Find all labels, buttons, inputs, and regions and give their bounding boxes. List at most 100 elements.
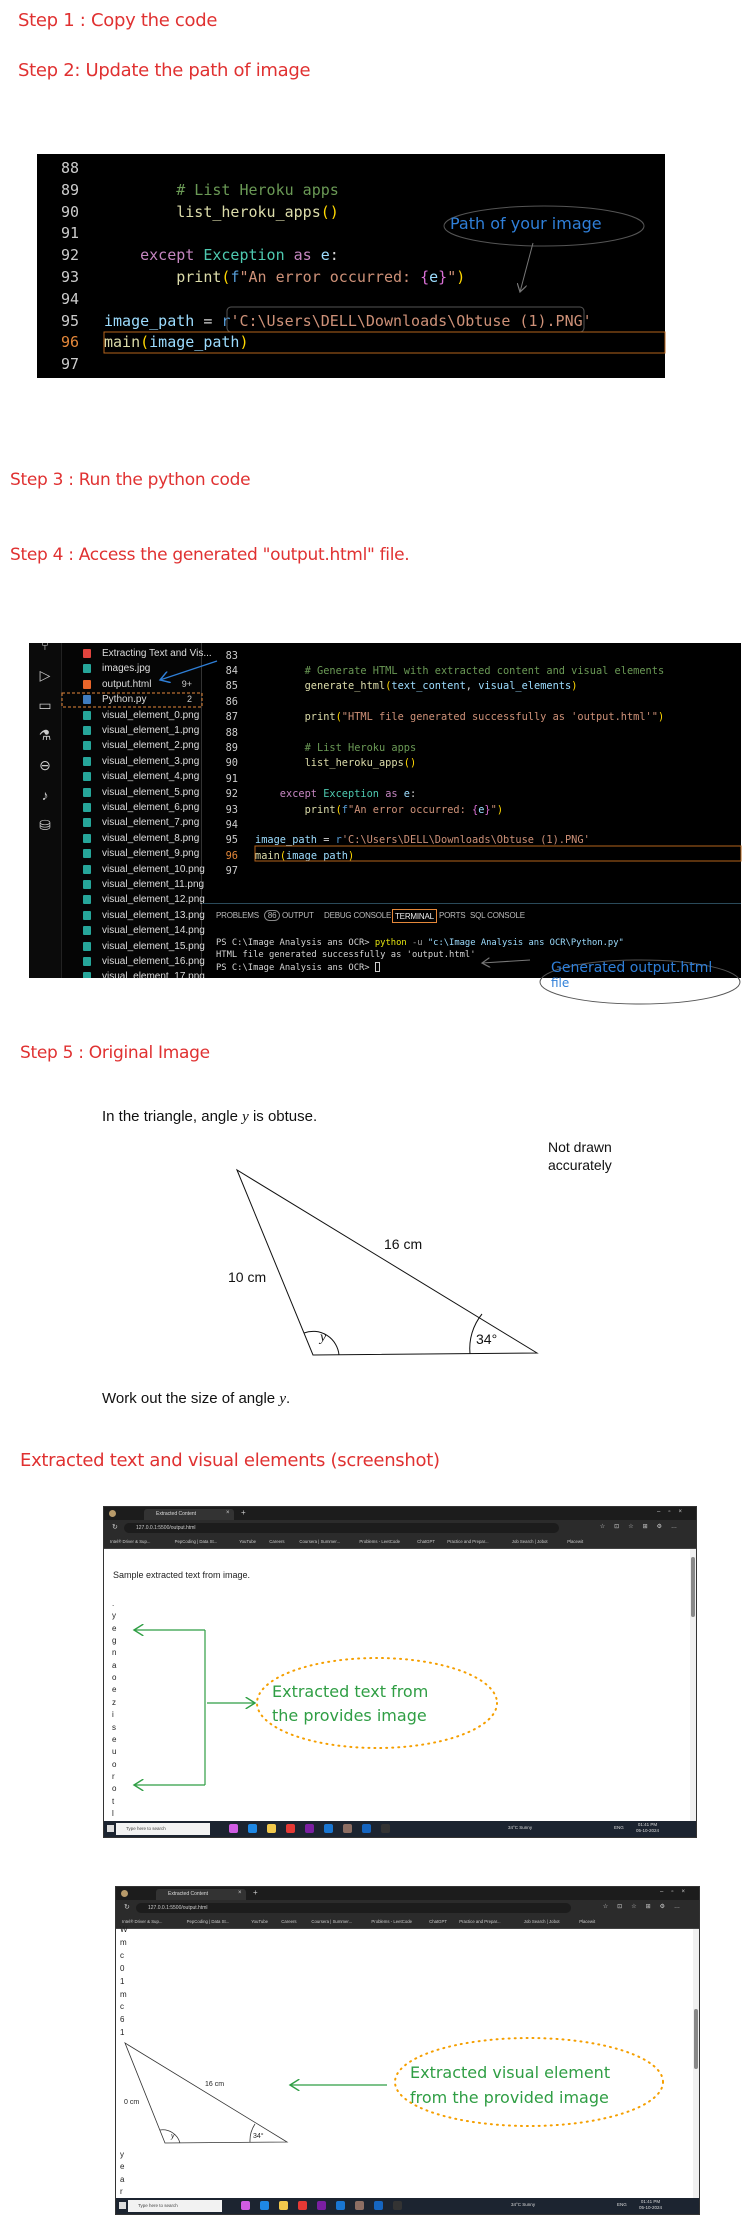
explorer-file[interactable]: output.html 9+: [62, 677, 202, 692]
browser-tab[interactable]: Extracted Content: [144, 1509, 234, 1520]
explorer-file[interactable]: visual_element_15.png: [62, 939, 205, 954]
explorer-file[interactable]: visual_element_12.png: [62, 892, 205, 907]
bookmark-item[interactable]: PepCoding | Data St...: [187, 1919, 230, 1924]
taskbar-search-input[interactable]: Type here to search: [128, 2200, 222, 2212]
bookmark-item[interactable]: Practice and Prepar...: [459, 1919, 500, 1924]
explorer-file[interactable]: visual_element_14.png: [62, 923, 205, 938]
new-tab-icon[interactable]: +: [241, 1508, 246, 1517]
code-editor[interactable]: 83 84 # Generate HTML with extracted cont…: [202, 643, 741, 903]
more-circle-icon[interactable]: ⊖: [37, 757, 53, 773]
explorer-file[interactable]: images.jpg: [62, 661, 202, 676]
bookmark-item[interactable]: Coursera | Summer...: [299, 1539, 340, 1544]
taskbar-app-icon[interactable]: [336, 2201, 345, 2210]
taskbar-app-icon[interactable]: [355, 2201, 364, 2210]
taskbar-app-icon[interactable]: [324, 1824, 333, 1833]
panel-tab-output[interactable]: OUTPUT: [282, 909, 314, 923]
bookmark-item[interactable]: Careers: [281, 1919, 296, 1924]
new-tab-icon[interactable]: +: [253, 1888, 258, 1897]
explorer-file[interactable]: visual_element_9.png: [62, 846, 202, 861]
panel-tab-problems[interactable]: PROBLEMS 86: [216, 909, 281, 923]
taskbar-app-icon[interactable]: [362, 1824, 371, 1833]
bookmark-item[interactable]: ChatGPT: [417, 1539, 435, 1544]
url-input[interactable]: 127.0.0.1:5500/output.html: [136, 1903, 571, 1913]
explorer-file[interactable]: visual_element_6.png: [62, 800, 202, 815]
taskbar-app-icon[interactable]: [298, 2201, 307, 2210]
explorer-file[interactable]: visual_element_3.png: [62, 754, 202, 769]
bookmark-item[interactable]: YouTube: [251, 1919, 268, 1924]
bookmark-item[interactable]: Job Search | Jobot: [524, 1919, 560, 1924]
scrollbar-thumb[interactable]: [694, 2009, 698, 2069]
explorer-file[interactable]: visual_element_4.png: [62, 769, 202, 784]
taskbar-app-icon[interactable]: [374, 2201, 383, 2210]
explorer-file[interactable]: visual_element_7.png: [62, 815, 202, 830]
bookmark-item[interactable]: Placewit: [579, 1919, 595, 1924]
panel-tab-debug-console[interactable]: DEBUG CONSOLE: [324, 909, 391, 923]
explorer-file[interactable]: visual_element_16.png: [62, 954, 205, 969]
explorer-file[interactable]: visual_element_13.png: [62, 908, 205, 923]
taskbar-app-icon[interactable]: [381, 1824, 390, 1833]
tab-close-icon[interactable]: ×: [238, 1890, 242, 1896]
window-controls[interactable]: –▫×: [660, 1889, 693, 1895]
taskbar-app-icon[interactable]: [241, 2201, 250, 2210]
bookmark-item[interactable]: YouTube: [239, 1539, 256, 1544]
taskbar-app-icon[interactable]: [343, 1824, 352, 1833]
start-button-icon[interactable]: [107, 1825, 114, 1832]
clock[interactable]: 01:41 PM 05-10-2024: [636, 1822, 659, 1834]
testing-flask-icon[interactable]: ⚗: [37, 727, 53, 743]
bookmark-item[interactable]: Intel® Driver & Sup...: [110, 1539, 150, 1544]
explorer-file[interactable]: Extracting Text and Vis...: [62, 646, 212, 661]
bookmark-item[interactable]: PepCoding | Data St...: [175, 1539, 218, 1544]
taskbar-app-icon[interactable]: [305, 1824, 314, 1833]
profile-avatar[interactable]: [109, 1510, 116, 1517]
python-icon[interactable]: ♪: [37, 787, 53, 803]
tab-close-icon[interactable]: ×: [226, 1510, 230, 1516]
panel-tab-ports[interactable]: PORTS: [439, 909, 466, 923]
explorer-file[interactable]: visual_element_2.png: [62, 738, 202, 753]
taskbar-app-icon[interactable]: [248, 1824, 257, 1833]
profile-avatar[interactable]: [121, 1890, 128, 1897]
taskbar-app-icon[interactable]: [229, 1824, 238, 1833]
explorer-file[interactable]: visual_element_11.png: [62, 877, 204, 892]
taskbar-app-icon[interactable]: [260, 2201, 269, 2210]
bookmark-item[interactable]: Intel® Driver & Sup...: [122, 1919, 162, 1924]
database-icon[interactable]: ⛁: [37, 817, 53, 833]
bookmark-item[interactable]: Practice and Prepar...: [447, 1539, 488, 1544]
taskbar-app-icon[interactable]: [317, 2201, 326, 2210]
explorer-file[interactable]: visual_element_1.png: [62, 723, 202, 738]
scrollbar[interactable]: [693, 1929, 699, 2198]
source-control-icon[interactable]: ⑂: [37, 643, 53, 653]
bookmark-item[interactable]: Job Search | Jobot: [512, 1539, 548, 1544]
toolbar-icons[interactable]: ☆⊡☆⊞⚙…: [603, 1903, 689, 1910]
panel-tab-sql-console[interactable]: SQL CONSOLE: [470, 909, 525, 923]
browser-tab[interactable]: Extracted Content: [156, 1889, 246, 1900]
explorer-file[interactable]: Python.py 2: [62, 692, 202, 707]
bookmark-item[interactable]: Problems - LeetCode: [359, 1539, 400, 1544]
explorer-file[interactable]: visual_element_17.png: [62, 969, 205, 978]
taskbar-search-input[interactable]: Type here to search: [116, 1823, 210, 1835]
reload-icon[interactable]: ↻: [124, 1903, 130, 1911]
explorer-file[interactable]: visual_element_10.png: [62, 862, 205, 877]
bookmark-item[interactable]: Placewit: [567, 1539, 583, 1544]
run-debug-icon[interactable]: ▷: [37, 667, 53, 683]
bookmark-item[interactable]: Coursera | Summer...: [311, 1919, 352, 1924]
clock[interactable]: 01:41 PM 05-10-2024: [639, 2199, 662, 2211]
reload-icon[interactable]: ↻: [112, 1523, 118, 1531]
scrollbar[interactable]: [690, 1549, 696, 1821]
explorer-file[interactable]: visual_element_5.png: [62, 785, 202, 800]
panel-tab-terminal[interactable]: TERMINAL: [392, 909, 437, 923]
bookmark-item[interactable]: ChatGPT: [429, 1919, 447, 1924]
remote-explorer-icon[interactable]: ▭: [37, 697, 53, 713]
taskbar-app-icon[interactable]: [267, 1824, 276, 1833]
explorer-file[interactable]: visual_element_0.png: [62, 708, 202, 723]
taskbar-app-icon[interactable]: [286, 1824, 295, 1833]
bookmark-item[interactable]: Careers: [269, 1539, 284, 1544]
taskbar-app-icon[interactable]: [279, 2201, 288, 2210]
bookmark-item[interactable]: Problems - LeetCode: [371, 1919, 412, 1924]
taskbar-app-icon[interactable]: [393, 2201, 402, 2210]
start-button-icon[interactable]: [119, 2202, 126, 2209]
explorer-file[interactable]: visual_element_8.png: [62, 831, 202, 846]
toolbar-icons[interactable]: ☆⊡☆⊞⚙…: [600, 1523, 686, 1530]
scrollbar-thumb[interactable]: [691, 1557, 695, 1617]
url-input[interactable]: 127.0.0.1:5500/output.html: [124, 1523, 559, 1533]
window-controls[interactable]: –▫×: [657, 1509, 690, 1515]
